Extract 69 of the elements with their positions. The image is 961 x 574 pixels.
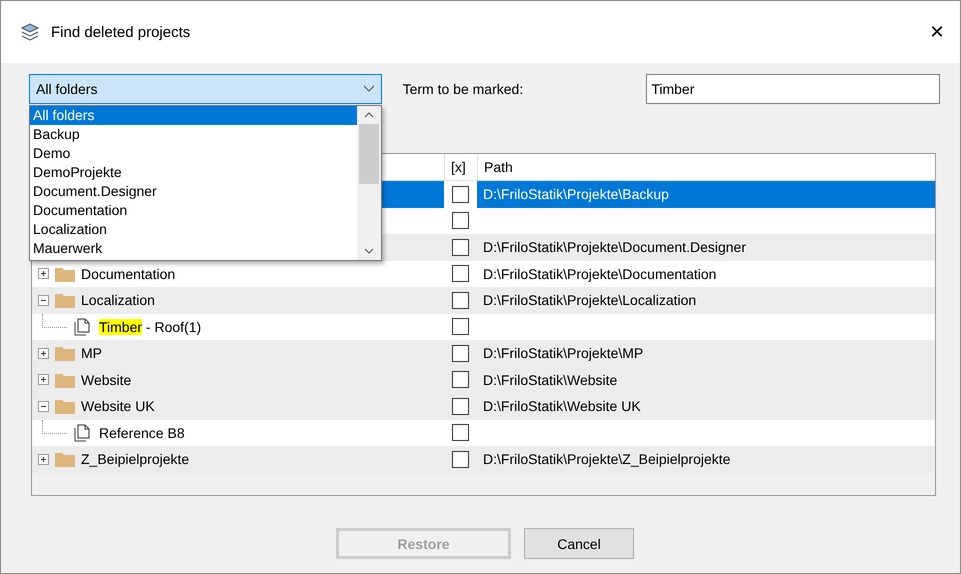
cancel-button[interactable]: Cancel [524, 528, 634, 559]
tree-item-label: Localization [81, 292, 155, 308]
path-cell-text: D:\FriloStatik\Projekte\Document.Designer [482, 238, 747, 258]
checkbox[interactable] [452, 344, 469, 362]
dropdown-option[interactable]: Backup [30, 125, 357, 144]
folder-dropdown[interactable]: All folders [29, 74, 382, 104]
tree-row[interactable]: Documentation D:\FriloStatik\Projekte\Documentation [32, 260, 935, 287]
dropdown-option[interactable]: Document.Designer [30, 182, 357, 201]
chevron-down-icon [364, 248, 374, 254]
chevron-down-icon [362, 85, 375, 93]
folder-icon [55, 398, 75, 414]
folder-icon [55, 292, 75, 308]
tree-item-label: Timber - Roof(1) [99, 318, 202, 335]
tree-item-label: Reference B8 [99, 424, 185, 441]
path-cell-text: D:\FriloStatik\Website UK [482, 397, 642, 416]
path-cell-text: D:\FriloStatik\Projekte\Z_Beipielprojekte [482, 450, 732, 470]
tree-item-label: Website UK [81, 398, 155, 414]
tree-row[interactable]: Reference B8 [32, 420, 935, 446]
checkbox[interactable] [452, 265, 469, 282]
column-header: [x] [444, 154, 477, 180]
tree-item-label: Documentation [81, 266, 176, 282]
checkbox[interactable] [452, 424, 469, 442]
checkbox[interactable] [452, 292, 469, 309]
window-title: Find deleted projects [51, 24, 192, 40]
checkbox[interactable] [452, 371, 469, 388]
stack-icon [19, 21, 41, 43]
dropdown-option[interactable]: DemoProjekte [30, 163, 357, 182]
checkbox[interactable] [452, 212, 469, 230]
expand-icon[interactable] [38, 348, 49, 359]
tree-row[interactable]: MP D:\FriloStatik\Projekte\MP [32, 340, 935, 366]
tree-connector [42, 314, 67, 328]
dropdown-option[interactable]: All folders [30, 106, 357, 125]
checkbox[interactable] [452, 186, 469, 203]
marked-term: Timber [99, 318, 142, 335]
folder-icon [55, 451, 75, 468]
tree-item-label: MP [81, 345, 102, 362]
column-header: Path [477, 154, 935, 180]
tree-row[interactable]: Website UK D:\FriloStatik\Website UK [32, 393, 935, 420]
path-cell-text: D:\FriloStatik\Projekte\MP [482, 344, 644, 364]
folder-icon [55, 266, 75, 282]
folder-icon [55, 345, 75, 362]
tree-connector [42, 420, 67, 434]
dropdown-option[interactable]: Mauerwerk [30, 239, 357, 258]
tree-item-label: Website [81, 372, 132, 388]
checkbox[interactable] [452, 318, 469, 336]
checkbox[interactable] [452, 450, 469, 468]
checkbox[interactable] [452, 238, 469, 256]
scrollbar[interactable] [357, 106, 381, 260]
collapse-icon[interactable] [38, 400, 49, 412]
folder-icon [55, 372, 75, 388]
dropdown-option[interactable]: Demo [30, 144, 357, 163]
term-field[interactable]: Timber [646, 74, 940, 104]
path-cell: D:\FriloStatik\Projekte\Backup [477, 181, 935, 208]
close-button[interactable]: ✕ [914, 12, 960, 52]
path-cell-text: D:\FriloStatik\Projekte\Documentation [482, 264, 718, 284]
tree-item-label: Z_Beipielprojekte [81, 451, 190, 468]
term-label: Term to be marked: [402, 81, 524, 97]
path-cell-text: D:\FriloStatik\Projekte\Localization [482, 291, 698, 310]
checkbox[interactable] [452, 398, 469, 415]
tree-row[interactable]: Website D:\FriloStatik\Website [32, 366, 935, 393]
chevron-up-icon [364, 112, 374, 118]
path-cell-text: D:\FriloStatik\Website [482, 370, 618, 390]
expand-icon[interactable] [38, 374, 49, 386]
collapse-icon[interactable] [38, 294, 49, 306]
tree-row[interactable]: Timber - Roof(1) [32, 314, 935, 340]
tree-row[interactable]: Z_Beipielprojekte D:\FriloStatik\Projekte\Z_Beipielprojekte [32, 446, 935, 472]
expand-icon[interactable] [38, 268, 49, 280]
expand-icon[interactable] [38, 454, 49, 465]
tree-row[interactable]: Localization D:\FriloStatik\Projekte\Localization [32, 287, 935, 314]
